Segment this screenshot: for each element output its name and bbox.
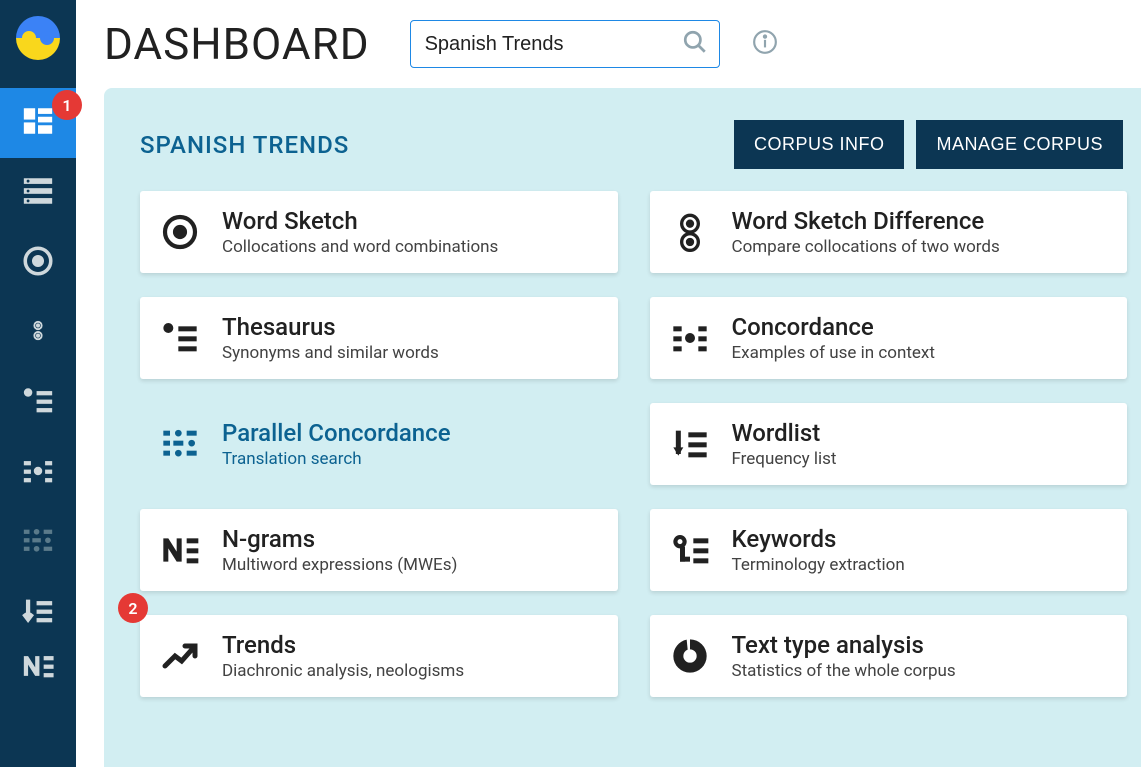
card-title: Wordlist (732, 419, 837, 447)
card-sub: Collocations and word combinations (222, 237, 498, 257)
nav-concordance[interactable] (0, 438, 76, 508)
concordance-icon (21, 454, 55, 492)
parallel-concordance-icon (158, 422, 202, 466)
wordlist-icon (21, 594, 55, 632)
card-word-sketch[interactable]: Word Sketch Collocations and word combin… (140, 191, 618, 273)
card-sub: Multiword expressions (MWEs) (222, 555, 457, 575)
card-texttype[interactable]: Text type analysis Statistics of the who… (650, 615, 1128, 697)
tool-grid: Word Sketch Collocations and word combin… (140, 191, 1127, 697)
card-title: Concordance (732, 313, 935, 341)
search-icon[interactable] (682, 29, 708, 59)
nav-badge-1: 1 (52, 90, 82, 120)
card-sub: Statistics of the whole corpus (732, 661, 956, 681)
card-title: Thesaurus (222, 313, 439, 341)
nav-corpora[interactable] (0, 158, 76, 228)
card-sub: Terminology extraction (732, 555, 905, 575)
parallel-concordance-icon (21, 524, 55, 562)
corpus-search (410, 20, 720, 68)
nav-wordsketch[interactable] (0, 228, 76, 298)
card-keywords[interactable]: Keywords Terminology extraction (650, 509, 1128, 591)
content-header: SPANISH TRENDS CORPUS INFO MANAGE CORPUS (140, 120, 1127, 169)
word-sketch-icon (158, 210, 202, 254)
app-logo[interactable] (16, 16, 60, 60)
thesaurus-icon (158, 316, 202, 360)
nav-wordlist[interactable] (0, 578, 76, 648)
trends-icon (158, 634, 202, 678)
info-icon[interactable] (752, 29, 778, 59)
corpus-name: SPANISH TRENDS (140, 131, 349, 159)
ngrams-icon (158, 528, 202, 572)
ngrams-icon (21, 649, 55, 687)
corpus-info-button[interactable]: CORPUS INFO (734, 120, 905, 169)
manage-corpus-button[interactable]: MANAGE CORPUS (916, 120, 1123, 169)
wordlist-icon (668, 422, 712, 466)
topbar: DASHBOARD (76, 0, 1141, 88)
content-panel: SPANISH TRENDS CORPUS INFO MANAGE CORPUS… (104, 88, 1141, 767)
ws-diff-icon (668, 210, 712, 254)
nav-wsdiff[interactable] (0, 298, 76, 368)
card-title: Keywords (732, 525, 905, 553)
card-title: Text type analysis (732, 631, 956, 659)
main-area: DASHBOARD SPANISH TRENDS CORPUS INFO MAN… (76, 0, 1141, 767)
card-ngrams[interactable]: N-grams Multiword expressions (MWEs) (140, 509, 618, 591)
nav-parconc[interactable] (0, 508, 76, 578)
card-concordance[interactable]: Concordance Examples of use in context (650, 297, 1128, 379)
card-parallel-concordance[interactable]: Parallel Concordance Translation search (140, 403, 618, 485)
donut-chart-icon (668, 634, 712, 678)
keywords-icon (668, 528, 712, 572)
thesaurus-icon (21, 384, 55, 422)
two-targets-icon (27, 320, 49, 346)
card-sub: Frequency list (732, 449, 837, 469)
card-wordlist[interactable]: Wordlist Frequency list (650, 403, 1128, 485)
nav-dashboard[interactable]: 1 (0, 88, 76, 158)
card-title: Trends (222, 631, 464, 659)
concordance-icon (668, 316, 712, 360)
corpus-search-input[interactable] (410, 20, 720, 68)
card-thesaurus[interactable]: Thesaurus Synonyms and similar words (140, 297, 618, 379)
card-title: Parallel Concordance (222, 419, 451, 447)
card-sub: Compare collocations of two words (732, 237, 1000, 257)
card-ws-diff[interactable]: Word Sketch Difference Compare collocati… (650, 191, 1128, 273)
card-sub: Translation search (222, 449, 451, 469)
trends-badge: 2 (118, 593, 148, 623)
target-icon (21, 244, 55, 282)
dashboard-icon (21, 104, 55, 142)
page-title: DASHBOARD (104, 18, 370, 70)
card-title: N-grams (222, 525, 457, 553)
card-title: Word Sketch (222, 207, 498, 235)
sidebar: 1 (0, 0, 76, 767)
nav-ngrams[interactable] (0, 648, 76, 688)
card-trends[interactable]: 2 Trends Diachronic analysis, neologisms (140, 615, 618, 697)
card-sub: Diachronic analysis, neologisms (222, 661, 464, 681)
card-sub: Synonyms and similar words (222, 343, 439, 363)
nav-thesaurus[interactable] (0, 368, 76, 438)
card-title: Word Sketch Difference (732, 207, 1000, 235)
server-icon (21, 174, 55, 212)
card-sub: Examples of use in context (732, 343, 935, 363)
